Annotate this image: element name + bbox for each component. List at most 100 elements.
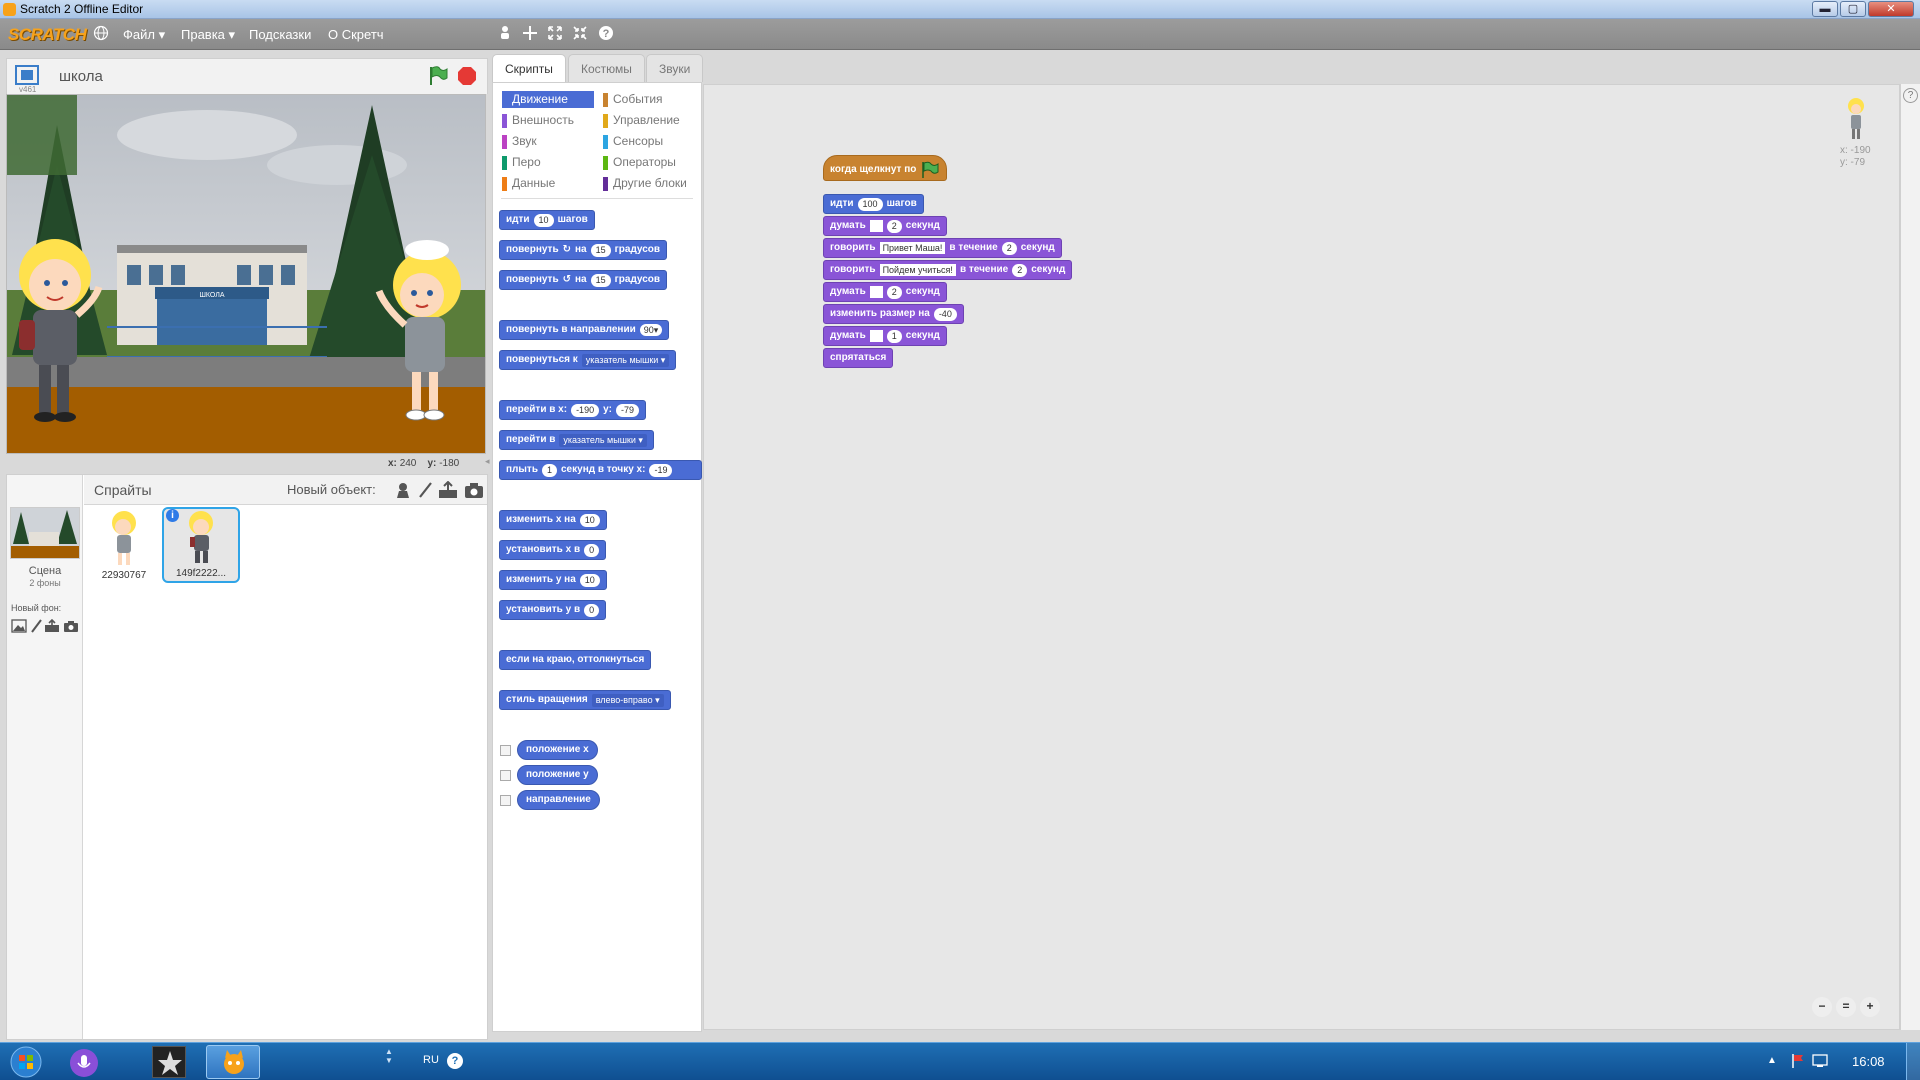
block-input[interactable]: 90▾ [639, 324, 663, 336]
sprite-library-icon[interactable] [394, 481, 412, 499]
category-operators[interactable]: Операторы [603, 154, 698, 171]
block-dropdown[interactable]: указатель мышки ▾ [559, 433, 647, 447]
block-turn-right[interactable]: повернуть ↻ на 15 градусов [499, 240, 668, 260]
stage-thumbnail[interactable] [10, 507, 80, 559]
star-app-icon[interactable] [152, 1046, 186, 1078]
block-input[interactable]: 1 [541, 463, 557, 477]
block-point-towards[interactable]: повернуться к указатель мышки ▾ [499, 350, 677, 370]
category-control[interactable]: Управление [603, 112, 698, 129]
project-name-field[interactable]: школа [59, 68, 103, 85]
shrink-icon[interactable] [571, 25, 589, 43]
block-set-y[interactable]: установить y в 0 [499, 600, 607, 620]
block-input[interactable]: 2 [886, 285, 902, 299]
tray-flag-icon[interactable] [1790, 1053, 1806, 1069]
block-input[interactable]: 2 [886, 219, 902, 233]
backdrop-library-icon[interactable] [11, 619, 27, 633]
close-button[interactable]: ✕ [1868, 1, 1914, 17]
tab-sounds[interactable]: Звуки [646, 54, 704, 82]
tab-scripts[interactable]: Скрипты [492, 54, 566, 82]
block-input[interactable] [869, 220, 883, 232]
block-input[interactable]: 2 [1012, 263, 1028, 277]
block-think-for-secs[interactable]: думать 1 секунд [823, 326, 947, 346]
category-data[interactable]: Данные [502, 175, 594, 192]
block-rotation-style[interactable]: стиль вращения влево-вправо ▾ [499, 690, 671, 710]
block-input[interactable]: 0 [584, 543, 600, 557]
reporter-x-position[interactable]: положение x [517, 740, 598, 760]
menu-tips[interactable]: Подсказки [249, 27, 311, 42]
block-change-y[interactable]: изменить y на 10 [499, 570, 607, 590]
menu-about[interactable]: О Скретч [328, 27, 384, 42]
duplicate-icon[interactable] [496, 25, 514, 43]
block-glide[interactable]: плыть 1 секунд в точку x: -19 [499, 460, 702, 480]
category-sensing[interactable]: Сенсоры [603, 133, 698, 150]
stop-icon[interactable] [457, 66, 477, 86]
block-move-steps[interactable]: идти 100 шагов [823, 194, 924, 214]
block-input[interactable]: 10 [579, 513, 600, 527]
block-input[interactable]: 100 [857, 197, 883, 211]
block-input[interactable]: -79 [615, 403, 639, 417]
block-say-for-secs[interactable]: говорить Привет Маша! в течение 2 секунд [823, 238, 1062, 258]
block-input[interactable] [869, 330, 883, 342]
block-input[interactable]: Привет Маша! [879, 242, 946, 254]
tab-costumes[interactable]: Костюмы [568, 54, 645, 82]
zoom-out-button[interactable]: − [1812, 997, 1832, 1017]
category-more-blocks[interactable]: Другие блоки [603, 175, 698, 192]
camera-sprite-icon[interactable] [464, 481, 484, 499]
checkbox-direction[interactable] [500, 795, 511, 806]
block-input[interactable]: 10 [579, 573, 600, 587]
tips-help-icon[interactable]: ? [1903, 88, 1918, 103]
checkbox-y-position[interactable] [500, 770, 511, 781]
script-area[interactable]: когда щелкнут по идти 100 шагов думать 2… [703, 84, 1900, 1030]
language-indicator[interactable]: RU [423, 1054, 439, 1066]
show-desktop-button[interactable] [1906, 1043, 1920, 1080]
grow-icon[interactable] [546, 25, 564, 43]
zoom-in-button[interactable]: + [1860, 997, 1880, 1017]
block-input[interactable]: Пойдем учиться! [879, 264, 956, 276]
block-think-for-secs[interactable]: думать 2 секунд [823, 282, 947, 302]
reporter-y-position[interactable]: положение y [517, 765, 598, 785]
scratch-taskbar-button[interactable] [206, 1045, 260, 1079]
menu-file[interactable]: Файл ▾ [123, 27, 165, 43]
paint-sprite-icon[interactable] [417, 481, 433, 499]
upload-backdrop-icon[interactable] [44, 618, 60, 633]
block-say-for-secs[interactable]: говорить Пойдем учиться! в течение 2 сек… [823, 260, 1073, 280]
taskbar-scroll-icon[interactable]: ▲ ▼ [385, 1047, 395, 1077]
sprite-thumb[interactable]: 22930767 [87, 509, 161, 583]
category-events[interactable]: События [603, 91, 698, 108]
tray-network-icon[interactable] [1812, 1053, 1830, 1069]
stage-canvas[interactable]: ШКОЛА [6, 94, 486, 454]
block-think-for-secs[interactable]: думать 2 секунд [823, 216, 947, 236]
block-dropdown[interactable]: указатель мышки ▾ [581, 353, 670, 367]
reporter-direction[interactable]: направление [517, 790, 600, 810]
block-input[interactable]: 1 [886, 329, 902, 343]
block-turn-left[interactable]: повернуть ↺ на 15 градусов [499, 270, 668, 290]
block-change-x[interactable]: изменить x на 10 [499, 510, 607, 530]
paint-backdrop-icon[interactable] [30, 619, 42, 633]
cut-icon[interactable] [521, 25, 539, 43]
block-set-x[interactable]: установить x в 0 [499, 540, 607, 560]
block-goto-xy[interactable]: перейти в x: -190 y: -79 [499, 400, 646, 420]
presentation-mode-icon[interactable] [15, 65, 39, 85]
block-hide[interactable]: спрятаться [823, 348, 894, 368]
lang-help-icon[interactable]: ? [447, 1053, 463, 1069]
camera-backdrop-icon[interactable] [63, 619, 79, 633]
menu-edit[interactable]: Правка ▾ [181, 27, 235, 43]
tray-expand-icon[interactable]: ▲ [1767, 1055, 1777, 1066]
block-input[interactable]: -190 [571, 403, 600, 417]
category-sound[interactable]: Звук [502, 133, 594, 150]
minimize-button[interactable]: ▬ [1812, 1, 1838, 17]
zoom-reset-button[interactable]: = [1836, 997, 1856, 1017]
block-input[interactable]: 10 [533, 213, 554, 227]
globe-icon[interactable] [92, 25, 110, 43]
category-pen[interactable]: Перо [502, 154, 594, 171]
block-when-flag-clicked[interactable]: когда щелкнут по [823, 155, 948, 181]
block-input[interactable]: -19 [649, 463, 673, 477]
start-button-icon[interactable] [8, 1045, 44, 1079]
category-looks[interactable]: Внешность [502, 112, 594, 129]
help-icon[interactable]: ? [597, 25, 615, 43]
upload-sprite-icon[interactable] [438, 480, 458, 499]
block-input[interactable]: 0 [584, 603, 600, 617]
block-bounce[interactable]: если на краю, оттолкнуться [499, 650, 652, 670]
block-input[interactable]: 15 [590, 273, 611, 287]
green-flag-icon[interactable] [427, 65, 449, 87]
